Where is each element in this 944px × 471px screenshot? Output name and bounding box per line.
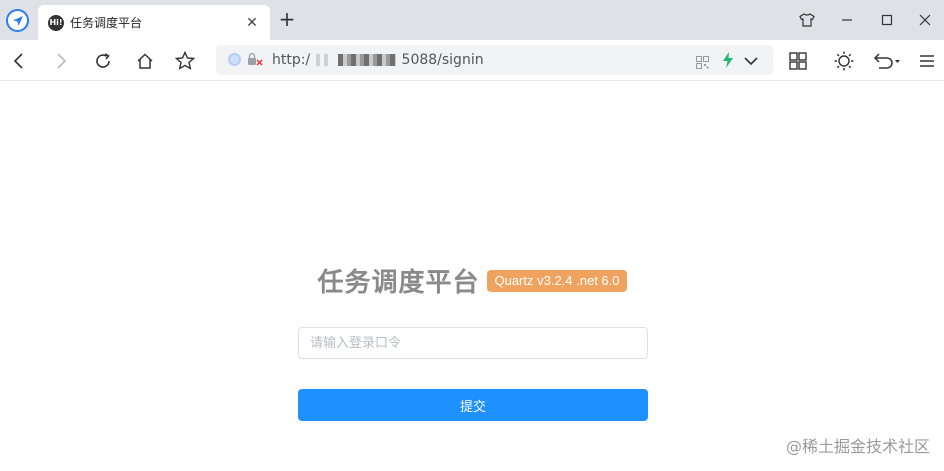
brightness-sun-icon[interactable]: [833, 50, 855, 72]
password-input[interactable]: [298, 327, 648, 359]
extensions-grid-icon[interactable]: [787, 50, 809, 72]
tab-active[interactable]: Hi! 任务调度平台 ✕: [38, 5, 270, 40]
login-heading: 任务调度平台 Quartz v3.2.4 .net 6.0: [0, 262, 944, 299]
menu-hamburger-icon[interactable]: [916, 50, 938, 72]
version-badge: Quartz v3.2.4 .net 6.0: [487, 269, 627, 292]
site-info-icon[interactable]: [228, 53, 241, 66]
watermark: @稀土掘金技术社区: [785, 437, 930, 456]
qr-code-icon[interactable]: [696, 54, 709, 69]
address-dropdown-chevron-icon[interactable]: [743, 53, 759, 67]
page-title: 任务调度平台: [317, 268, 480, 298]
window-close-icon[interactable]: [914, 10, 936, 30]
tab-title: 任务调度平台: [70, 16, 143, 30]
forward-icon[interactable]: [50, 50, 72, 72]
insecure-lock-icon[interactable]: [247, 52, 263, 67]
url-redacted-mosaic: [338, 54, 397, 66]
back-icon[interactable]: [8, 50, 30, 72]
browser-logo-icon[interactable]: [6, 9, 29, 32]
tab-favicon-icon: Hi!: [48, 14, 64, 31]
maximize-icon[interactable]: [876, 10, 898, 30]
tab-close-icon[interactable]: ✕: [244, 15, 260, 31]
browser-toolbar: http:/ 5088/signin: [0, 40, 944, 81]
minimize-icon[interactable]: [836, 10, 858, 30]
page-content: 任务调度平台 Quartz v3.2.4 .net 6.0 提交 @稀土掘金技术…: [0, 82, 944, 471]
speed-mode-bolt-icon[interactable]: [721, 52, 735, 68]
skin-shirt-icon[interactable]: [796, 10, 818, 30]
new-tab-icon[interactable]: +: [276, 8, 298, 30]
bookmark-star-icon[interactable]: [174, 50, 196, 72]
url-redacted-mosaic: [315, 54, 332, 66]
address-url-suffix: 5088/signin: [401, 52, 484, 68]
address-bar[interactable]: http:/ 5088/signin: [216, 45, 773, 75]
address-url[interactable]: http:/ 5088/signin: [272, 45, 484, 75]
reload-icon[interactable]: [92, 50, 114, 72]
home-icon[interactable]: [134, 50, 156, 72]
submit-button[interactable]: 提交: [298, 389, 648, 421]
undo-dropdown-icon[interactable]: [872, 50, 902, 72]
address-url-prefix: http:/: [272, 52, 311, 68]
tab-strip: Hi! 任务调度平台 ✕ +: [0, 0, 944, 40]
